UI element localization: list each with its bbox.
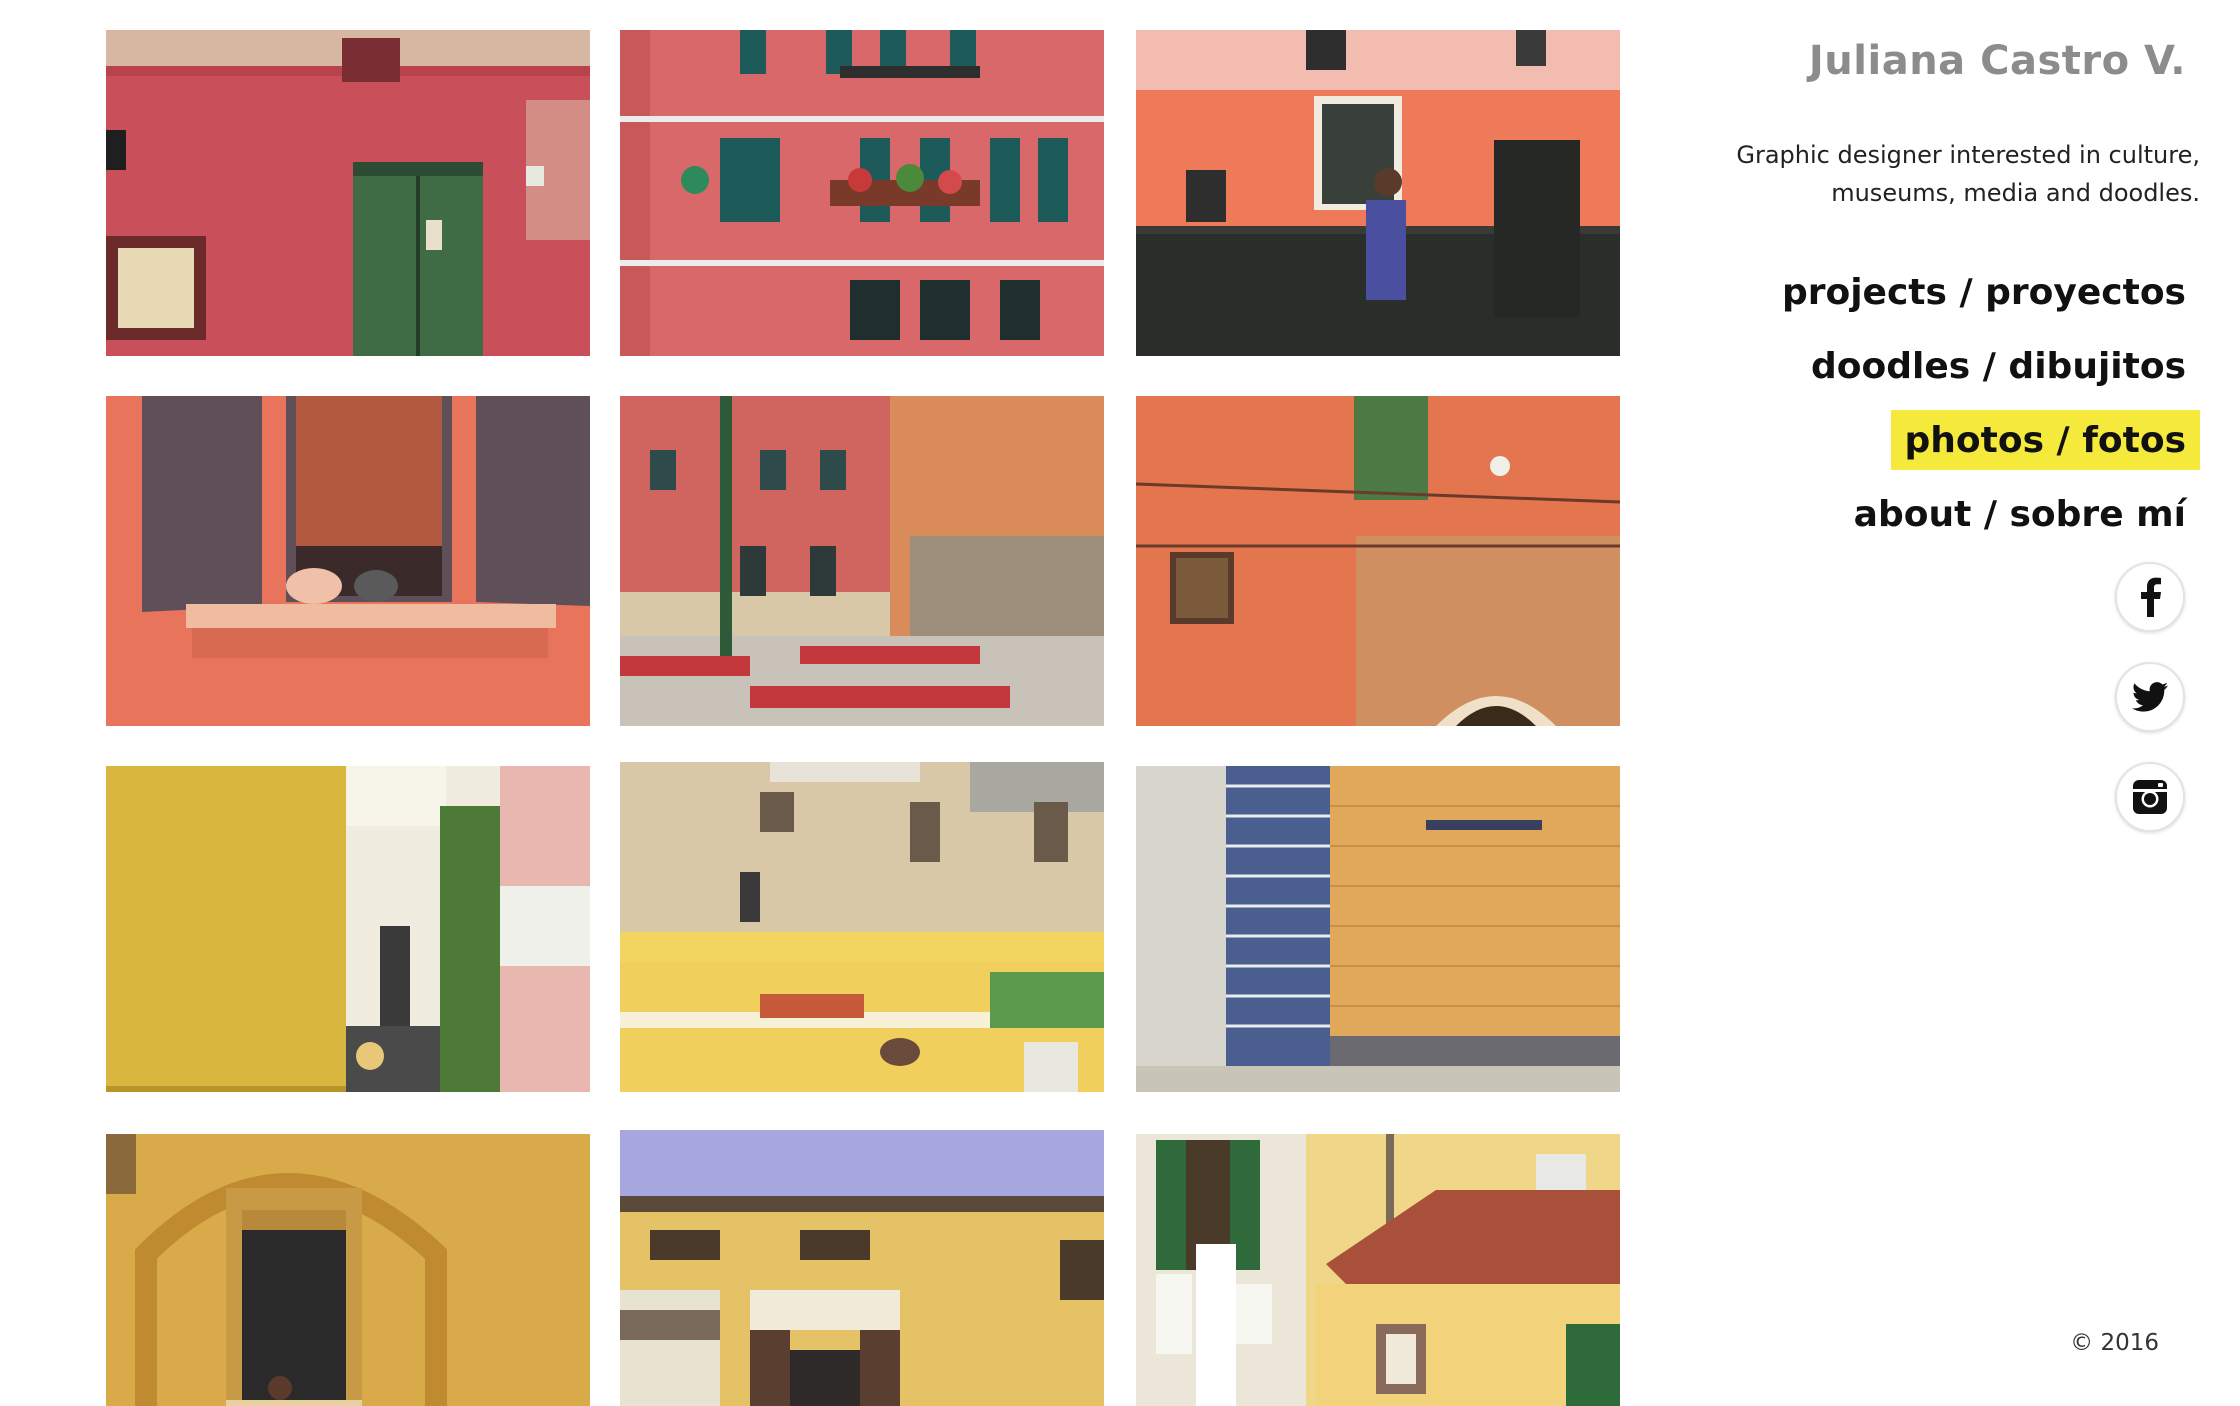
facebook-link[interactable] bbox=[2115, 562, 2185, 632]
photo-pink-building-balconies[interactable] bbox=[620, 30, 1104, 356]
nav-item-doodles[interactable]: doodles / dibujitos bbox=[1797, 336, 2200, 396]
instagram-link[interactable] bbox=[2115, 762, 2185, 832]
photo-yellow-alley[interactable] bbox=[106, 766, 590, 1092]
twitter-icon bbox=[2132, 682, 2168, 712]
photo-red-wall-green-door[interactable] bbox=[106, 30, 590, 356]
site-title[interactable]: Juliana Castro V. bbox=[1809, 38, 2186, 84]
photo-laundry-tiled-roof[interactable] bbox=[1136, 1134, 1620, 1406]
main-nav: projects / proyectos doodles / dibujitos… bbox=[1660, 262, 2200, 558]
sidebar: Juliana Castro V. Graphic designer inter… bbox=[1660, 0, 2200, 1406]
page: Juliana Castro V. Graphic designer inter… bbox=[0, 0, 2240, 1406]
photo-orange-wall-woman[interactable] bbox=[1136, 30, 1620, 356]
facebook-icon bbox=[2141, 577, 2161, 617]
photo-tiles-glass-facade[interactable] bbox=[1136, 766, 1620, 1092]
nav-item-photos[interactable]: photos / fotos bbox=[1890, 410, 2200, 470]
tagline-line-2: museums, media and doodles. bbox=[1831, 179, 2200, 207]
copyright: © 2016 bbox=[2070, 1330, 2159, 1356]
nav-item-projects[interactable]: projects / proyectos bbox=[1768, 262, 2200, 322]
photo-square-red-benches[interactable] bbox=[620, 396, 1104, 726]
photo-orange-wall-lamp[interactable] bbox=[1136, 396, 1620, 726]
photo-yellow-ledge-buildings[interactable] bbox=[620, 762, 1104, 1092]
nav-item-about[interactable]: about / sobre mí bbox=[1840, 484, 2200, 544]
site-tagline: Graphic designer interested in culture, … bbox=[1680, 136, 2200, 212]
photo-arch-window-man[interactable] bbox=[106, 1134, 590, 1406]
tagline-line-1: Graphic designer interested in culture, bbox=[1736, 141, 2200, 169]
photo-yellow-facade-sky[interactable] bbox=[620, 1130, 1104, 1406]
twitter-link[interactable] bbox=[2115, 662, 2185, 732]
instagram-icon bbox=[2133, 780, 2167, 814]
photo-window-shutters-cat[interactable] bbox=[106, 396, 590, 726]
social-links bbox=[2115, 562, 2185, 862]
